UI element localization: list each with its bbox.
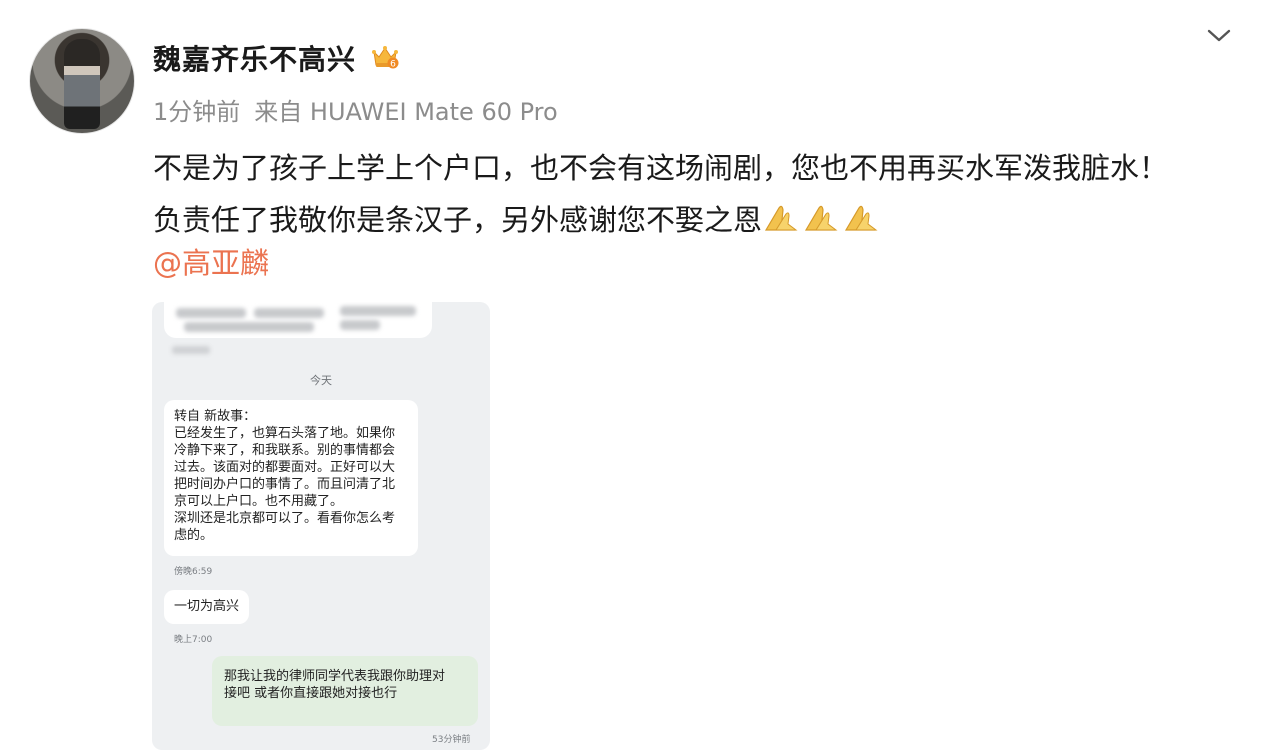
mention-link[interactable]: @高亚麟	[153, 240, 269, 282]
crown-badge-icon: 6	[372, 46, 399, 70]
user-avatar[interactable]	[29, 28, 135, 134]
message-time: 傍晚6:59	[174, 567, 213, 577]
message-time: 53分钟前	[432, 735, 471, 745]
pray-emoji-icon	[844, 205, 878, 231]
received-message-bubble: 转自 新故事： 已经发生了，也算石头落了地。如果你 冷静下来了，和我联系。别的事…	[164, 400, 418, 556]
post-text-line: 负责任了我敬你是条汉子，另外感谢您不娶之恩	[153, 194, 1233, 246]
chat-screenshot-image[interactable]: 今天 转自 新故事： 已经发生了，也算石头落了地。如果你 冷静下来了，和我联系。…	[152, 302, 490, 750]
blurred-message	[164, 302, 432, 338]
username[interactable]: 魏嘉齐乐不高兴	[153, 38, 356, 78]
post-source: 来自 HUAWEI Mate 60 Pro	[254, 98, 558, 126]
received-message-bubble: 一切为高兴	[164, 590, 250, 624]
post-text: 不是为了孩子上学上个户口，也不会有这场闹剧，您也不用再买水军泼我脏水！ 负责任了…	[153, 142, 1233, 246]
post-meta: 1分钟前 来自 HUAWEI Mate 60 Pro	[153, 92, 558, 127]
post-text-line: 不是为了孩子上学上个户口，也不会有这场闹剧，您也不用再买水军泼我脏水！	[153, 151, 1169, 185]
chat-date-label: 今天	[310, 374, 332, 387]
crown-badge-number: 6	[390, 60, 396, 70]
pray-emoji-icon	[804, 205, 838, 231]
sent-message-bubble: 那我让我的律师同学代表我跟你助理对 接吧 或者你直接跟她对接也行	[212, 656, 478, 726]
pray-emoji-icon	[764, 205, 798, 231]
blurred-time	[172, 346, 210, 354]
message-time: 晚上7:00	[174, 635, 213, 645]
post-time: 1分钟前	[153, 98, 241, 126]
chevron-down-icon[interactable]	[1205, 24, 1233, 46]
